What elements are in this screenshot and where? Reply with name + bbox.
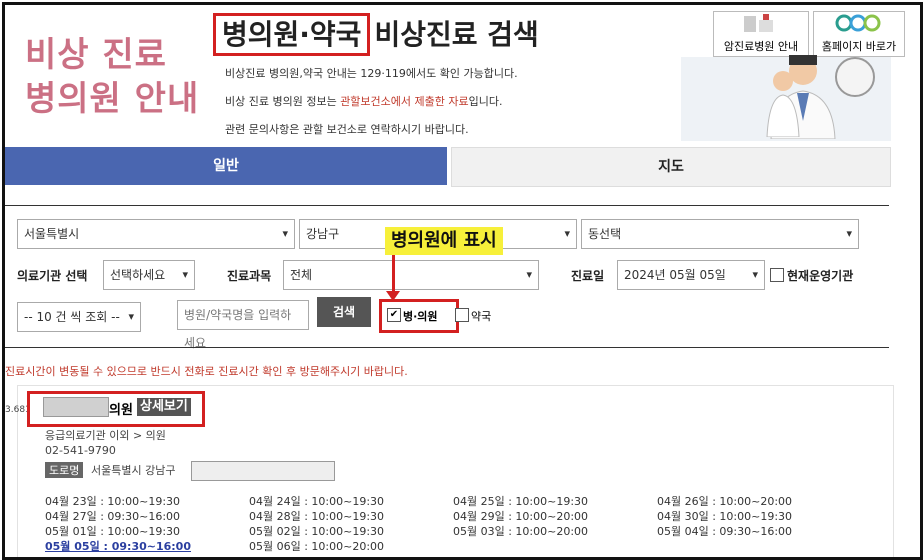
- nurse-icon: [766, 71, 800, 137]
- search-input[interactable]: 병원/약국명을 입력하세요: [177, 300, 309, 350]
- open-now-checkbox[interactable]: [770, 268, 784, 282]
- open-now-label: 현재운영기관: [787, 269, 854, 283]
- hospital-check-label: 병·의원: [403, 310, 438, 323]
- divider: [5, 205, 889, 206]
- page-frame: 비상 진료 병의원 안내 병의원·약국 비상진료 검색 비상진료 병의원,약국 안…: [2, 2, 923, 560]
- institution-label: 의료기관 선택: [17, 269, 88, 283]
- region-value: 서울특별시: [24, 227, 80, 241]
- desc-text: 비상 진료 병의원 정보는: [225, 95, 341, 108]
- chevron-down-icon: ▾: [182, 268, 188, 281]
- search-button[interactable]: 검색: [317, 297, 371, 327]
- dong-select[interactable]: 동선택 ▾: [581, 219, 859, 249]
- notice-text: 진료시간이 변동될 수 있으므로 반드시 전화로 진료시간 확인 후 방문해주시…: [5, 365, 408, 378]
- schedule-entry: 04월 26일 : 10:00~20:00: [657, 495, 793, 508]
- date-value: 2024년 05월 05일: [624, 268, 726, 282]
- institution-value: 선택하세요: [110, 268, 166, 282]
- schedule-entry: 04월 30일 : 10:00~19:30: [657, 510, 793, 523]
- desc-highlight: 관할보건소에서 제출한 자료: [340, 95, 469, 108]
- chevron-down-icon: ▾: [526, 268, 532, 281]
- banner-title: 비상 진료 병의원 안내: [25, 33, 199, 121]
- subject-label: 진료과목: [227, 269, 272, 283]
- hospital-building-icon: [714, 12, 808, 38]
- region-select[interactable]: 서울특별시 ▾: [17, 219, 295, 249]
- date-select[interactable]: 2024년 05월 05일 ▾: [617, 260, 765, 290]
- schedule-entry: 04월 24일 : 10:00~19:30: [249, 495, 385, 508]
- annotation-arrow: [392, 255, 395, 293]
- title-rest: 비상진료 검색: [374, 18, 539, 51]
- date-label: 진료일: [571, 269, 605, 283]
- schedule-entry: 05월 06일 : 10:00~20:00: [249, 540, 385, 553]
- detail-button[interactable]: 상세보기: [137, 398, 191, 416]
- clinic-phone: 02-541-9790: [45, 444, 116, 457]
- page-size-select[interactable]: -- 10 건 씩 조회 -- ▾: [17, 302, 141, 332]
- tab-map[interactable]: 지도: [451, 147, 891, 187]
- page-title: 병의원·약국 비상진료 검색: [213, 13, 539, 56]
- logo-icon: [814, 12, 904, 38]
- description-line: 비상 진료 병의원 정보는 관할보건소에서 제출한 자료입니다.: [225, 93, 502, 109]
- clinic-name-suffix: 의원: [109, 403, 133, 418]
- schedule-entry: 04월 29일 : 10:00~20:00: [453, 510, 589, 523]
- banner-title-line1: 비상 진료: [25, 35, 167, 75]
- clinic-address: 서울특별시 강남구: [91, 464, 176, 477]
- schedule-entry: 05월 04일 : 09:30~16:00: [657, 525, 793, 538]
- chevron-down-icon: ▾: [282, 227, 288, 240]
- pharmacy-checkbox[interactable]: [455, 308, 469, 322]
- schedule-entry: 05월 01일 : 10:00~19:30: [45, 525, 181, 538]
- description-line: 비상진료 병의원,약국 안내는 129·119에서도 확인 가능합니다.: [225, 67, 518, 80]
- divider: [5, 347, 889, 348]
- institution-select[interactable]: 선택하세요 ▾: [103, 260, 195, 290]
- chevron-down-icon: ▾: [846, 227, 852, 240]
- title-highlight: 병의원·약국: [213, 13, 371, 56]
- hospital-checkbox[interactable]: ✔: [387, 308, 401, 322]
- road-address-badge: 도로명: [45, 462, 84, 478]
- schedule-entry: 04월 23일 : 10:00~19:30: [45, 495, 181, 508]
- banner-title-line2: 병의원 안내: [25, 79, 200, 119]
- chevron-down-icon: ▾: [128, 310, 134, 323]
- annotation-label: 병의원에 표시: [385, 227, 503, 255]
- chevron-down-icon: ▾: [564, 227, 570, 240]
- redacted-address: [191, 461, 335, 481]
- clinic-category: 응급의료기관 이외 > 의원: [45, 429, 166, 442]
- schedule-entry: 05월 02일 : 10:00~19:30: [249, 525, 385, 538]
- district-value: 강남구: [306, 227, 340, 241]
- description-line: 관련 문의사항은 관할 보건소로 연락하시기 바랍니다.: [225, 123, 469, 136]
- schedule-entry: 05월 03일 : 10:00~20:00: [453, 525, 589, 538]
- subject-value: 전체: [290, 268, 313, 282]
- page-size-value: -- 10 건 씩 조회 --: [24, 310, 120, 324]
- dong-value: 동선택: [588, 227, 622, 241]
- schedule-entry: 04월 28일 : 10:00~19:30: [249, 510, 385, 523]
- subject-select[interactable]: 전체 ▾: [283, 260, 539, 290]
- pharmacy-check-label: 약국: [471, 310, 492, 323]
- redacted-name: [43, 397, 109, 417]
- desc-text: 입니다.: [468, 95, 503, 108]
- chevron-down-icon: ▾: [752, 268, 758, 281]
- schedule-entry: 04월 25일 : 10:00~19:30: [453, 495, 589, 508]
- schedule-entry: 04월 27일 : 09:30~16:00: [45, 510, 181, 523]
- schedule-today-link[interactable]: 05월 05일 : 09:30~16:00: [45, 538, 191, 554]
- tab-general[interactable]: 일반: [5, 147, 447, 185]
